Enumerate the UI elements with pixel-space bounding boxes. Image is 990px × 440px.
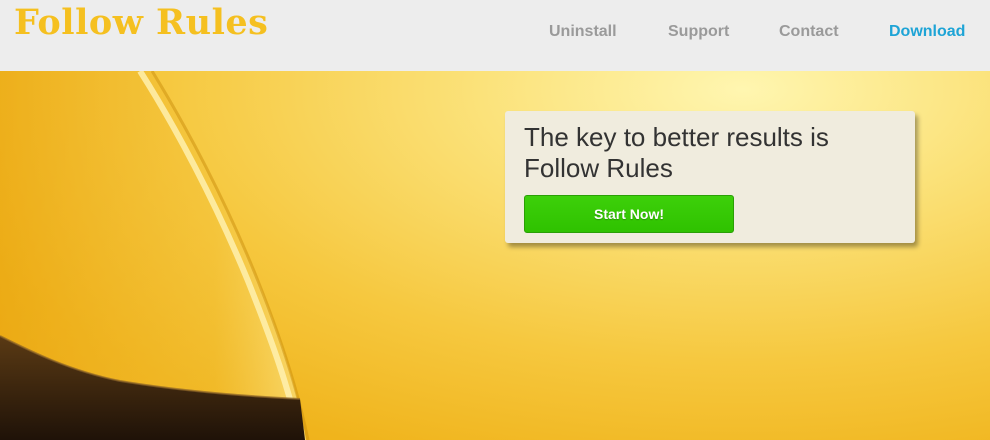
nav-support-link[interactable]: Support bbox=[668, 23, 729, 41]
start-now-button[interactable]: Start Now! bbox=[524, 195, 734, 233]
top-header: Follow Rules Uninstall Support Contact D… bbox=[0, 0, 990, 71]
promo-headline: The key to better results is Follow Rule… bbox=[524, 122, 829, 183]
hero-banner: The key to better results is Follow Rule… bbox=[0, 71, 990, 440]
nav-download-link[interactable]: Download bbox=[889, 23, 965, 41]
site-logo[interactable]: Follow Rules bbox=[14, 2, 268, 43]
nav-contact-link[interactable]: Contact bbox=[779, 23, 839, 41]
promo-card: The key to better results is Follow Rule… bbox=[505, 111, 915, 243]
nav-uninstall-link[interactable]: Uninstall bbox=[549, 23, 617, 41]
